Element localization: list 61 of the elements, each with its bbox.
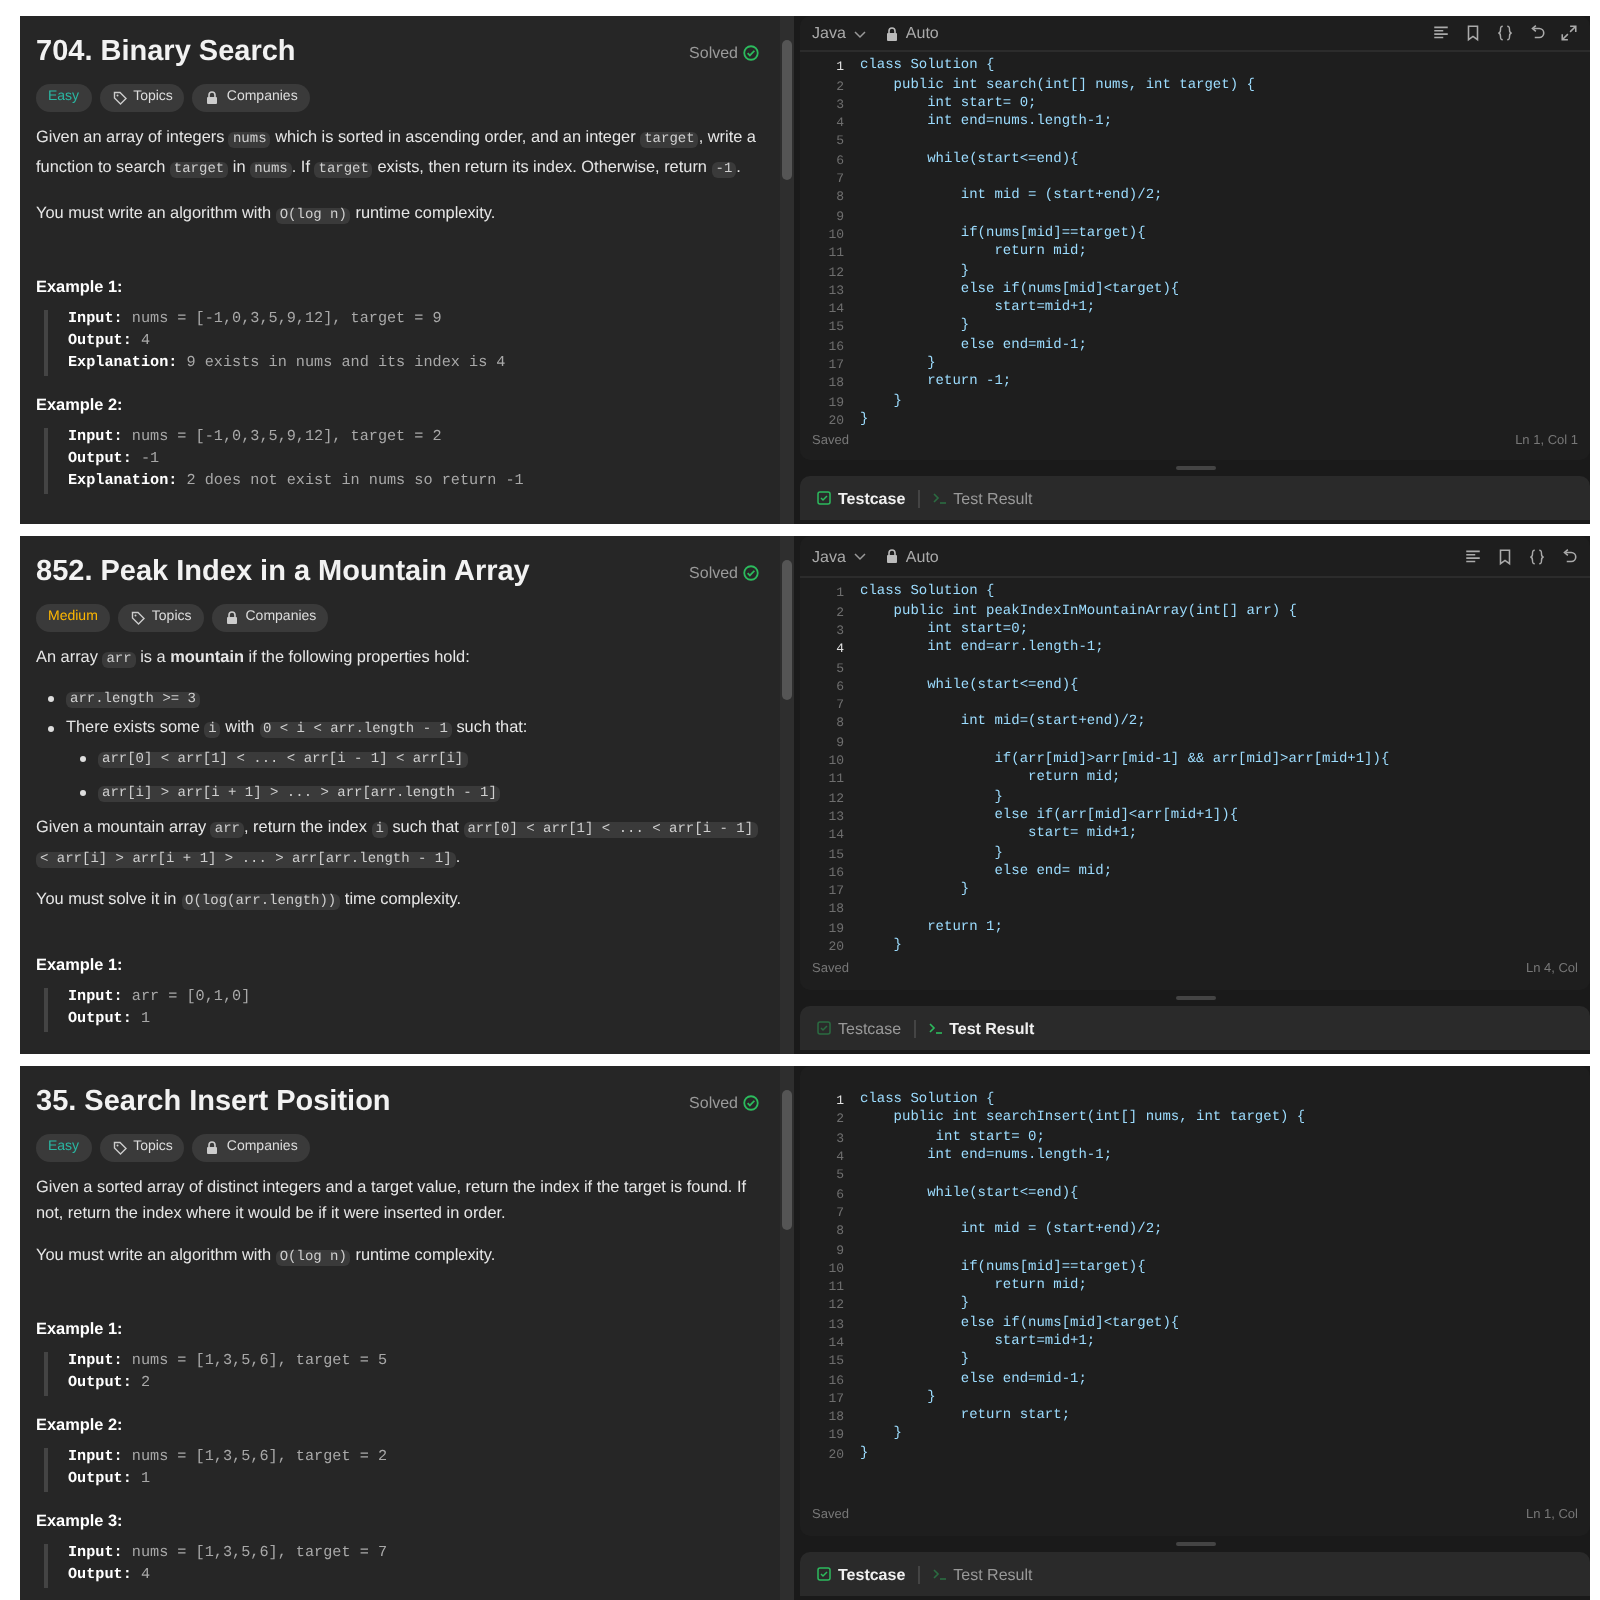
bookmark-icon[interactable]	[1496, 547, 1514, 566]
expand-icon[interactable]	[1560, 24, 1578, 43]
bullet-icon	[48, 696, 54, 702]
problem-title: 852. Peak Index in a Mountain Array	[36, 556, 530, 588]
lock-icon	[223, 610, 240, 626]
problem-title: 704. Binary Search	[36, 36, 296, 68]
description-text: Given a sorted array of distinct integers and a target value, return the index if the target is found. If not, return the index where it would be if it were inserted in order.	[36, 1176, 748, 1226]
scrollbar[interactable]	[780, 536, 794, 1054]
tag-icon	[129, 610, 146, 626]
testcase-tab[interactable]: Testcase	[812, 1019, 906, 1037]
language-dropdown[interactable]: Java	[812, 547, 868, 566]
result-tab[interactable]: Test Result	[923, 1019, 1039, 1037]
example-heading: Example 3:	[36, 1510, 125, 1534]
lock-icon	[204, 1140, 221, 1156]
auto-mode-button[interactable]: Auto	[883, 24, 939, 43]
bookmark-icon[interactable]	[1464, 24, 1482, 43]
lock-icon	[883, 548, 900, 565]
lock-icon	[204, 90, 221, 106]
text-align-icon[interactable]	[1432, 24, 1450, 43]
checkbox-icon	[816, 1020, 832, 1036]
example-heading: Example 1:	[36, 276, 125, 300]
testcase-tab[interactable]: Testcase	[812, 1565, 910, 1583]
braces-icon[interactable]	[1528, 547, 1546, 566]
language-dropdown[interactable]: Java	[812, 24, 868, 43]
solved-label: Solved	[689, 563, 738, 581]
checkbox-icon	[816, 490, 832, 506]
check-circle-icon	[742, 1093, 760, 1111]
example-heading: Example 1:	[36, 954, 125, 978]
chevron-down-icon	[851, 25, 868, 42]
terminal-icon	[931, 490, 948, 506]
check-circle-icon	[742, 563, 760, 581]
solved-label: Solved	[689, 1093, 738, 1111]
result-tab[interactable]: Test Result	[927, 1565, 1037, 1583]
check-circle-icon	[742, 43, 760, 61]
example-heading: Example 2:	[36, 394, 125, 418]
example-heading: Example 1:	[36, 1318, 125, 1342]
scrollbar[interactable]	[780, 16, 794, 524]
resize-handle[interactable]	[1175, 466, 1215, 470]
resize-handle[interactable]	[1175, 996, 1215, 1000]
terminal-icon	[927, 1020, 944, 1036]
testcase-tab[interactable]: Testcase	[812, 489, 910, 507]
example-heading: Example 2:	[36, 1414, 125, 1438]
tag-icon	[111, 1140, 128, 1156]
scrollbar[interactable]	[780, 1066, 794, 1600]
undo-icon[interactable]	[1528, 24, 1546, 43]
bullet-icon	[80, 756, 86, 762]
braces-icon[interactable]	[1496, 24, 1514, 43]
problem-title: 35. Search Insert Position	[36, 1086, 391, 1118]
bullet-icon	[48, 726, 54, 732]
result-tab[interactable]: Test Result	[927, 489, 1037, 507]
tag-icon	[111, 90, 128, 106]
bullet-icon	[80, 790, 86, 796]
auto-mode-button[interactable]: Auto	[883, 547, 939, 566]
terminal-icon	[931, 1566, 948, 1582]
solved-label: Solved	[689, 43, 738, 61]
checkbox-icon	[816, 1566, 832, 1582]
undo-icon[interactable]	[1560, 547, 1578, 566]
lock-icon	[883, 25, 900, 42]
chevron-down-icon	[851, 548, 868, 565]
resize-handle[interactable]	[1175, 1542, 1215, 1546]
text-align-icon[interactable]	[1464, 547, 1482, 566]
